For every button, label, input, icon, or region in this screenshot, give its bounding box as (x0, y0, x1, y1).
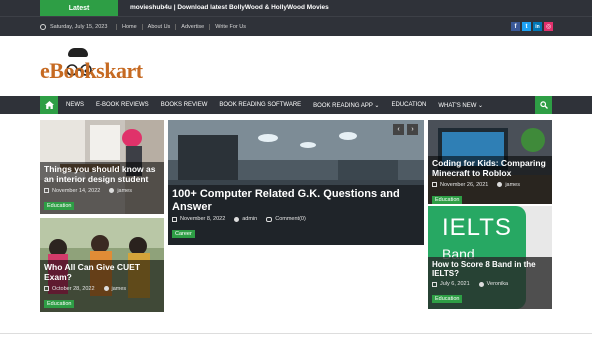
post-author[interactable]: james (112, 286, 127, 292)
latest-label: Latest (40, 0, 118, 16)
post-date[interactable]: November 14, 2022 (52, 188, 100, 194)
instagram-icon[interactable]: ◎ (544, 22, 553, 31)
post-title[interactable]: Things you should know as an interior de… (44, 164, 160, 185)
slider-arrows: ‹ › (393, 124, 418, 135)
nav-book-reading-app[interactable]: BOOK READING APP ⌄ (307, 102, 385, 109)
top-link-about[interactable]: About Us (141, 24, 176, 30)
calendar-icon (44, 188, 49, 194)
category-badge[interactable]: Education (432, 295, 463, 304)
user-icon (234, 216, 240, 222)
post-overlay: Coding for Kids: Comparing Minecraft to … (428, 156, 552, 204)
post-card-cuet-exam[interactable]: Who All Can Give CUET Exam? October 28, … (40, 218, 164, 312)
nav-ebook-reviews[interactable]: E-BOOK REVIEWS (90, 102, 155, 108)
post-meta: October 28, 2022 james (44, 286, 160, 292)
post-date[interactable]: July 6, 2021 (440, 281, 470, 287)
post-meta: November 14, 2022 james (44, 188, 160, 194)
user-icon (109, 188, 115, 194)
post-card-interior-design[interactable]: Things you should know as an interior de… (40, 120, 164, 214)
category-badge[interactable]: Education (44, 201, 75, 210)
category-badge[interactable]: Education (44, 299, 75, 308)
date-text: Saturday, July 15, 2023 (50, 24, 108, 30)
comment-icon (266, 216, 273, 222)
social-links: f t in ◎ (511, 22, 553, 31)
post-date[interactable]: November 26, 2021 (440, 182, 488, 188)
home-button[interactable] (40, 96, 58, 114)
post-meta: July 6, 2021 Veronika (432, 281, 548, 287)
post-title[interactable]: Who All Can Give CUET Exam? (44, 262, 160, 283)
home-icon (44, 101, 54, 109)
post-card-ielts[interactable]: IELTS Band How to Score 8 Band in the IE… (428, 206, 552, 309)
next-arrow-icon[interactable]: › (407, 124, 418, 135)
featured-post-card[interactable]: ‹ › 100+ Computer Related G.K. Questions… (168, 120, 424, 245)
top-bar: Saturday, July 15, 2023 Home About Us Ad… (0, 16, 592, 36)
user-icon (497, 182, 503, 188)
post-overlay: 100+ Computer Related G.K. Questions and… (168, 185, 424, 245)
main-nav: NEWS E-BOOK REVIEWS BOOKS REVIEW BOOK RE… (0, 96, 592, 114)
nav-book-reading-software[interactable]: BOOK READING SOFTWARE (213, 102, 307, 108)
category-badge[interactable]: Education (432, 195, 463, 204)
post-title[interactable]: 100+ Computer Related G.K. Questions and… (172, 188, 420, 213)
search-button[interactable] (535, 96, 552, 114)
top-nav: Home About Us Advertise Write For Us (116, 17, 251, 37)
post-author[interactable]: Veronika (487, 281, 508, 287)
user-icon (478, 281, 484, 287)
post-title[interactable]: Coding for Kids: Comparing Minecraft to … (432, 158, 548, 179)
twitter-icon[interactable]: t (522, 22, 531, 31)
user-icon (103, 286, 109, 292)
divider (0, 333, 592, 334)
category-badge[interactable]: Career (172, 230, 195, 239)
post-overlay: How to Score 8 Band in the IELTS? July 6… (428, 257, 552, 309)
logo-text: eBookskart (40, 58, 143, 83)
post-overlay: Who All Can Give CUET Exam? October 28, … (40, 260, 164, 312)
calendar-icon (432, 182, 437, 188)
post-title[interactable]: How to Score 8 Band in the IELTS? (432, 260, 548, 278)
ielts-image-text: IELTS (442, 214, 512, 241)
linkedin-icon[interactable]: in (533, 22, 542, 31)
search-icon (539, 101, 548, 109)
nav-whats-new[interactable]: WHAT'S NEW ⌄ (432, 102, 489, 109)
nav-education[interactable]: EDUCATION (385, 102, 432, 108)
calendar-icon (44, 286, 49, 292)
post-card-coding-for-kids[interactable]: Coding for Kids: Comparing Minecraft to … (428, 120, 552, 204)
ticker-headline[interactable]: movieshub4u | Download latest BollyWood … (130, 0, 329, 16)
facebook-icon[interactable]: f (511, 22, 520, 31)
post-meta: November 26, 2021 james (432, 182, 548, 188)
post-author[interactable]: admin (242, 216, 257, 222)
post-overlay: Things you should know as an interior de… (40, 162, 164, 214)
nav-books-review[interactable]: BOOKS REVIEW (155, 102, 214, 108)
logo-hair (68, 48, 88, 57)
top-link-advertise[interactable]: Advertise (175, 24, 209, 30)
calendar-icon (432, 281, 437, 287)
top-link-write[interactable]: Write For Us (209, 24, 251, 30)
top-link-home[interactable]: Home (116, 24, 142, 30)
post-comments[interactable]: Comment(0) (275, 216, 306, 222)
date-display: Saturday, July 15, 2023 (40, 17, 107, 37)
clock-icon (40, 24, 46, 30)
post-author[interactable]: james (505, 182, 520, 188)
calendar-icon (172, 216, 177, 222)
site-logo[interactable]: eBookskart (40, 48, 164, 88)
post-author[interactable]: james (117, 188, 132, 194)
post-date[interactable]: November 8, 2022 (180, 216, 225, 222)
ticker-bar: Latest movieshub4u | Download latest Bol… (0, 0, 592, 16)
post-date[interactable]: October 28, 2022 (52, 286, 95, 292)
nav-news[interactable]: NEWS (60, 102, 90, 108)
prev-arrow-icon[interactable]: ‹ (393, 124, 404, 135)
post-meta: November 8, 2022 admin Comment(0) (172, 216, 420, 222)
